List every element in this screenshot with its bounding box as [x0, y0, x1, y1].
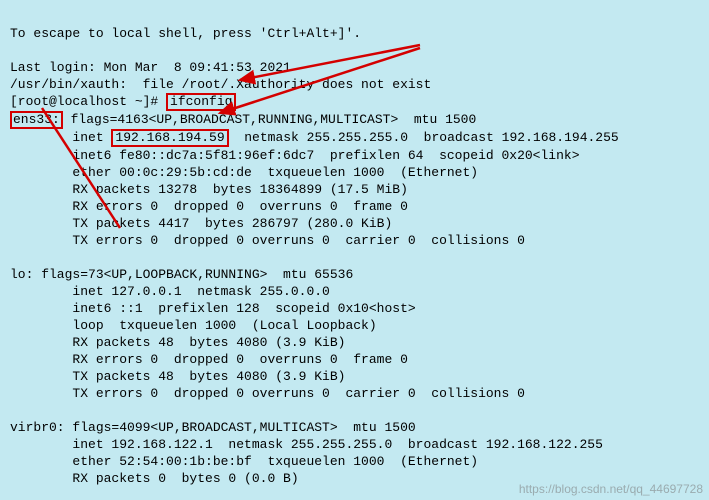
ens33-tx-errors: TX errors 0 dropped 0 overruns 0 carrier… — [10, 233, 525, 248]
interface-ens33-label: ens33: — [10, 111, 63, 129]
lo-tx-errors: TX errors 0 dropped 0 overruns 0 carrier… — [10, 386, 525, 401]
ens33-inet6: inet6 fe80::dc7a:5f81:96ef:6dc7 prefixle… — [10, 148, 580, 163]
lo-loop: loop txqueuelen 1000 (Local Loopback) — [10, 318, 377, 333]
lo-tx-packets: TX packets 48 bytes 4080 (3.9 KiB) — [10, 369, 345, 384]
ens33-rx-errors: RX errors 0 dropped 0 overruns 0 frame 0 — [10, 199, 408, 214]
lo-inet6: inet6 ::1 prefixlen 128 scopeid 0x10<hos… — [10, 301, 416, 316]
line-xauth: /usr/bin/xauth: file /root/.Xauthority d… — [10, 77, 431, 92]
lo-rx-packets: RX packets 48 bytes 4080 (3.9 KiB) — [10, 335, 345, 350]
line-escape: To escape to local shell, press 'Ctrl+Al… — [10, 26, 361, 41]
lo-inet: inet 127.0.0.1 netmask 255.0.0.0 — [10, 284, 330, 299]
watermark: https://blog.csdn.net/qq_44697728 — [519, 482, 703, 496]
prompt-prefix: [root@localhost ~]# — [10, 94, 166, 109]
virbr0-rx-packets: RX packets 0 bytes 0 (0.0 B) — [10, 471, 299, 486]
ens33-inet-suffix: netmask 255.255.255.0 broadcast 192.168.… — [229, 130, 619, 145]
virbr0-ether: ether 52:54:00:1b:be:bf txqueuelen 1000 … — [10, 454, 478, 469]
ifconfig-command: ifconfig — [166, 93, 236, 111]
lo-rx-errors: RX errors 0 dropped 0 overruns 0 frame 0 — [10, 352, 408, 367]
virbr0-header: virbr0: flags=4099<UP,BROADCAST,MULTICAS… — [10, 420, 416, 435]
terminal-output: To escape to local shell, press 'Ctrl+Al… — [0, 0, 709, 500]
ens33-flags: flags=4163<UP,BROADCAST,RUNNING,MULTICAS… — [63, 112, 476, 127]
ens33-ip-address: 192.168.194.59 — [111, 129, 228, 147]
ens33-ether: ether 00:0c:29:5b:cd:de txqueuelen 1000 … — [10, 165, 478, 180]
ens33-inet-prefix: inet — [10, 130, 111, 145]
line-lastlogin: Last login: Mon Mar 8 09:41:53 2021 — [10, 60, 291, 75]
ens33-rx-packets: RX packets 13278 bytes 18364899 (17.5 Mi… — [10, 182, 408, 197]
lo-header: lo: flags=73<UP,LOOPBACK,RUNNING> mtu 65… — [10, 267, 353, 282]
virbr0-inet: inet 192.168.122.1 netmask 255.255.255.0… — [10, 437, 603, 452]
ens33-tx-packets: TX packets 4417 bytes 286797 (280.0 KiB) — [10, 216, 392, 231]
